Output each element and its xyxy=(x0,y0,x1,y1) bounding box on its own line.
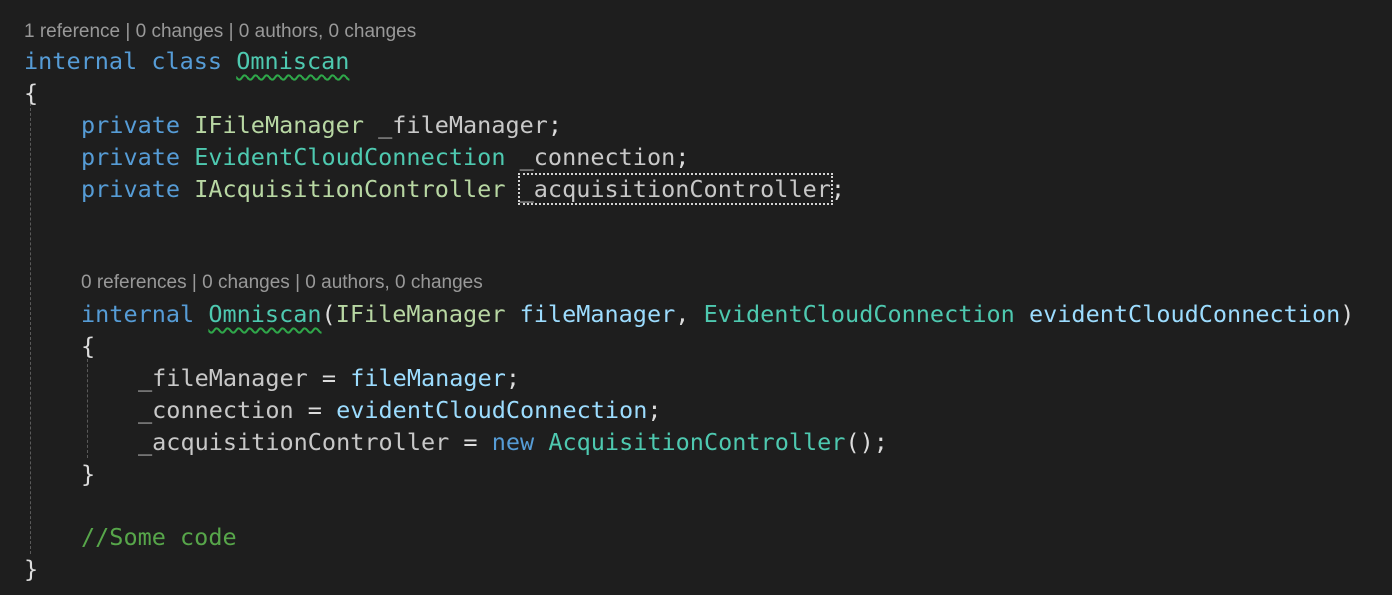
indent-guide-class xyxy=(30,98,31,554)
ctor-close-brace-line[interactable]: } xyxy=(81,458,95,490)
field-type[interactable]: IAcquisitionController xyxy=(194,175,505,203)
constructor-signature-line[interactable]: internal Omniscan(IFileManager fileManag… xyxy=(81,298,1354,330)
indent-guide-ctor xyxy=(87,354,88,458)
comment: //Some code xyxy=(81,523,237,551)
instantiated-class[interactable]: AcquisitionController xyxy=(548,428,845,456)
field-line[interactable]: private IAcquisitionController _acquisit… xyxy=(81,173,845,205)
ctor-body-line[interactable]: _acquisitionController = new Acquisition… xyxy=(138,426,888,458)
close-brace: } xyxy=(24,555,39,583)
assign-target[interactable]: _connection xyxy=(138,396,294,424)
class-open-brace-line[interactable]: { xyxy=(24,77,38,109)
assign-target[interactable]: _acquisitionController xyxy=(138,428,449,456)
ctor-body-line[interactable]: _connection = evidentCloudConnection; xyxy=(138,394,662,426)
ctor-open-brace-line[interactable]: { xyxy=(81,330,95,362)
param-name[interactable]: fileManager xyxy=(520,300,676,328)
open-brace: { xyxy=(24,79,39,107)
code-editor[interactable]: 1 reference | 0 changes | 0 authors, 0 c… xyxy=(0,0,1392,595)
assign-target[interactable]: _fileManager xyxy=(138,364,308,392)
assign-value[interactable]: evidentCloudConnection xyxy=(336,396,647,424)
codelens-class[interactable]: 1 reference | 0 changes | 0 authors, 0 c… xyxy=(24,19,416,45)
codelens-constructor[interactable]: 0 references | 0 changes | 0 authors, 0 … xyxy=(81,270,483,296)
comment-line[interactable]: //Some code xyxy=(81,521,237,553)
class-declaration-line[interactable]: internal class Omniscan xyxy=(24,45,349,77)
keyword-class: class xyxy=(151,47,223,75)
field-name-highlighted[interactable]: _acquisitionController xyxy=(517,173,833,205)
field-type[interactable]: EvidentCloudConnection xyxy=(194,143,505,171)
param-type[interactable]: EvidentCloudConnection xyxy=(704,300,1015,328)
field-modifier: private xyxy=(81,111,181,139)
field-type[interactable]: IFileManager xyxy=(194,111,364,139)
field-modifier: private xyxy=(81,143,181,171)
param-type[interactable]: IFileManager xyxy=(336,300,506,328)
ctor-name[interactable]: Omniscan xyxy=(208,300,321,328)
assign-value[interactable]: fileManager xyxy=(350,364,506,392)
class-close-brace-line[interactable]: } xyxy=(24,553,38,585)
ctor-body-line[interactable]: _fileManager = fileManager; xyxy=(138,362,520,394)
field-name[interactable]: _fileManager xyxy=(378,111,548,139)
field-line[interactable]: private EvidentCloudConnection _connecti… xyxy=(81,141,689,173)
field-name[interactable]: _connection xyxy=(520,143,676,171)
open-brace: { xyxy=(81,332,96,360)
class-name[interactable]: Omniscan xyxy=(236,47,349,75)
keyword-new: new xyxy=(491,428,535,456)
field-modifier: private xyxy=(81,175,181,203)
param-name[interactable]: evidentCloudConnection xyxy=(1029,300,1340,328)
ctor-modifier: internal xyxy=(81,300,195,328)
keyword-internal: internal xyxy=(24,47,138,75)
close-brace: } xyxy=(81,460,96,488)
field-line[interactable]: private IFileManager _fileManager; xyxy=(81,109,562,141)
